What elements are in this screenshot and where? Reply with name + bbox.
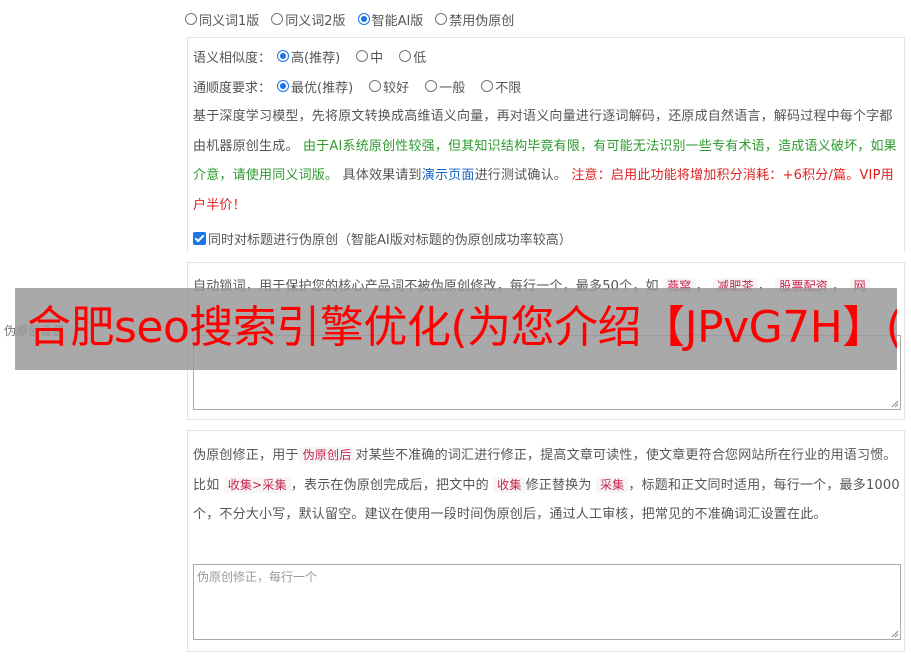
ai-settings-panel: 语义相似度： 高(推荐) 中 低 通顺度要求： 最优(推荐) 较好 一般 不限 … <box>187 37 905 252</box>
fluency-option-any[interactable]: 不限 <box>481 77 521 96</box>
example-tag: 采集 <box>595 476 629 493</box>
similarity-label: 语义相似度： <box>193 50 272 66</box>
fluency-option-best[interactable]: 最优(推荐) <box>277 77 353 96</box>
example-tag: 伪原创后 <box>298 447 356 463</box>
radio-checked-icon[interactable] <box>277 50 290 62</box>
radio-icon[interactable] <box>185 13 197 25</box>
radio-icon[interactable] <box>399 50 412 62</box>
resize-handle-icon[interactable] <box>890 629 899 638</box>
demo-page-link[interactable]: 演示页面 <box>422 168 475 183</box>
fluency-option-normal[interactable]: 一般 <box>425 77 465 96</box>
similarity-option-medium[interactable]: 中 <box>356 47 383 66</box>
mode-radio-group: 同义词1版 同义词2版 智能AI版 禁用伪原创 <box>185 9 526 29</box>
radio-checked-icon[interactable] <box>357 13 370 25</box>
example-tag: 收集 <box>493 476 526 493</box>
radio-icon[interactable] <box>369 80 382 92</box>
overlay-banner: 合肥seo搜索引擎优化(为您介绍【JPvG7H】( <box>15 288 897 370</box>
correction-textarea[interactable]: 伪原创修正，每行一个 <box>193 564 901 640</box>
radio-icon[interactable] <box>271 13 284 25</box>
mode-option-disable[interactable]: 禁用伪原创 <box>435 10 514 29</box>
radio-icon[interactable] <box>356 50 369 62</box>
overlay-text: 合肥seo搜索引擎优化(为您介绍【JPvG7H】( <box>27 302 897 353</box>
similarity-option-high[interactable]: 高(推荐) <box>277 47 340 66</box>
correction-placeholder: 伪原创修正，每行一个 <box>197 570 318 584</box>
radio-checked-icon[interactable] <box>277 80 290 92</box>
fluency-option-good[interactable]: 较好 <box>369 77 409 96</box>
mode-option-synonym-1[interactable]: 同义词1版 <box>185 10 259 29</box>
fluency-row: 通顺度要求： 最优(推荐) 较好 一般 不限 <box>193 76 537 96</box>
similarity-row: 语义相似度： 高(推荐) 中 低 <box>193 46 442 66</box>
radio-icon[interactable] <box>425 80 438 92</box>
mode-option-synonym-2[interactable]: 同义词2版 <box>271 10 346 29</box>
fluency-label: 通顺度要求： <box>193 80 272 96</box>
checkbox-checked-icon[interactable] <box>193 231 206 245</box>
radio-icon[interactable] <box>481 80 494 92</box>
similarity-option-low[interactable]: 低 <box>399 47 426 66</box>
ai-description: 基于深度学习模型，先将原文转换成高维语义向量，再对语义向量进行逐词解码，还原成自… <box>193 109 897 213</box>
resize-handle-icon[interactable] <box>890 399 899 408</box>
example-tag: 收集>采集 <box>223 476 291 493</box>
title-rewrite-checkbox-row[interactable]: 同时对标题进行伪原创（智能AI版对标题的伪原创成功率较高） <box>193 228 572 248</box>
mode-option-ai[interactable]: 智能AI版 <box>357 10 423 29</box>
correction-panel: 伪原创修正，用于 伪原创后 对某些不准确的词汇进行修正，提高文章可读性，使文章更符合… <box>187 430 905 652</box>
correction-description: 伪原创修正，用于 伪原创后 对某些不准确的词汇进行修正，提高文章可读性，使文章更符合… <box>193 447 900 522</box>
radio-icon[interactable] <box>435 13 448 25</box>
